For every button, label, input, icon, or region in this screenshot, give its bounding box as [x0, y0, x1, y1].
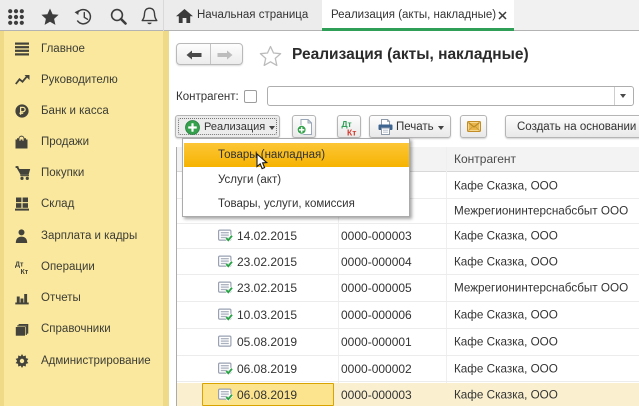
svg-text:Кт: Кт [347, 128, 356, 137]
svg-text:Кт: Кт [21, 269, 29, 274]
svg-text:Дт: Дт [15, 262, 24, 269]
